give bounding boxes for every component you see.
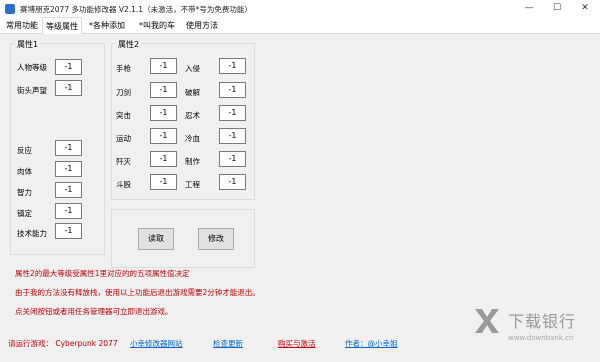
tab-call-car[interactable]: *叫我的车 bbox=[132, 17, 182, 34]
skill-engineering-input[interactable]: -1 bbox=[219, 174, 246, 190]
skill-label: 入侵 bbox=[185, 64, 200, 73]
attr-reflexes-input[interactable]: -1 bbox=[55, 140, 82, 156]
attr-label: 肉体 bbox=[17, 167, 32, 176]
attributes1-legend: 属性1 bbox=[15, 39, 41, 50]
close-button[interactable]: ✕ bbox=[570, 0, 600, 17]
skill-blades-input[interactable]: -1 bbox=[150, 82, 177, 98]
skill-label: 破解 bbox=[185, 88, 200, 97]
attr-label: 反应 bbox=[17, 146, 32, 155]
skill-street-brawler-input[interactable]: -1 bbox=[150, 174, 177, 190]
minimize-button[interactable]: — bbox=[514, 0, 544, 17]
skill-crafting-input[interactable]: -1 bbox=[219, 151, 246, 167]
skill-label: 手枪 bbox=[116, 64, 131, 73]
attr-level-input[interactable]: -1 bbox=[55, 59, 82, 75]
skill-label: 歼灭 bbox=[116, 157, 131, 166]
skill-athletics-input[interactable]: -1 bbox=[150, 128, 177, 144]
skill-breach-input[interactable]: -1 bbox=[219, 58, 246, 74]
window-title: 赛博朋克2077 多功能修改器 V2.1.1（未激活，不带*号为免费功能） bbox=[20, 5, 252, 14]
app-icon bbox=[5, 4, 15, 14]
skill-label: 突击 bbox=[116, 111, 131, 120]
skill-assault-input[interactable]: -1 bbox=[150, 105, 177, 121]
watermark-url: www.downbank.cn bbox=[508, 334, 574, 342]
title-bar: 赛博朋克2077 多功能修改器 V2.1.1（未激活，不带*号为免费功能） — … bbox=[0, 0, 600, 17]
skill-handguns-input[interactable]: -1 bbox=[150, 58, 177, 74]
game-status: 请运行游戏： Cyberpunk 2077 bbox=[8, 339, 118, 348]
skill-label: 斗殴 bbox=[116, 180, 131, 189]
check-update-link[interactable]: 检查更新 bbox=[213, 338, 243, 349]
attr-street-cred-input[interactable]: -1 bbox=[55, 80, 82, 96]
attr-intelligence-input[interactable]: -1 bbox=[55, 182, 82, 198]
skill-label: 工程 bbox=[185, 180, 200, 189]
tab-usage[interactable]: 使用方法 bbox=[182, 17, 222, 34]
skill-label: 忍术 bbox=[185, 111, 200, 120]
tab-common[interactable]: 常用功能 bbox=[2, 17, 42, 34]
attr-label: 街头声望 bbox=[17, 86, 47, 95]
attributes2-group: 属性2 手枪 -1 刀剑 -1 突击 -1 运动 -1 歼灭 -1 斗殴 -1 … bbox=[111, 39, 255, 200]
read-button[interactable]: 读取 bbox=[138, 228, 174, 250]
info-line-1: 属性2的最大等级受属性1里对应的的五项属性值决定 bbox=[15, 269, 190, 278]
tab-bar: 常用功能 等级属性 *各种添加 *叫我的车 使用方法 bbox=[0, 17, 600, 35]
maximize-button[interactable]: ☐ bbox=[542, 0, 572, 17]
watermark-name: 下载银行 bbox=[508, 312, 577, 331]
attr-label: 人物等级 bbox=[17, 63, 47, 72]
skill-ninjutsu-input[interactable]: -1 bbox=[219, 105, 246, 121]
skill-label: 刀剑 bbox=[116, 88, 131, 97]
watermark: 下载银行 www.downbank.cn bbox=[472, 304, 592, 350]
tab-level-attributes[interactable]: 等级属性 bbox=[42, 17, 82, 35]
attr-body-input[interactable]: -1 bbox=[55, 161, 82, 177]
attr-label: 镇定 bbox=[17, 209, 32, 218]
info-line-3: 点关闭按钮或者用任务管理器可立即退出游戏。 bbox=[15, 307, 173, 316]
author-link[interactable]: 作者：@小幸姐 bbox=[345, 338, 398, 349]
attr-label: 智力 bbox=[17, 188, 32, 197]
buy-activate-link[interactable]: 购买与激活 bbox=[278, 338, 316, 349]
actions-group: 读取 修改 bbox=[111, 209, 255, 268]
skill-label: 冷血 bbox=[185, 134, 200, 143]
attr-cool-input[interactable]: -1 bbox=[55, 203, 82, 219]
attributes1-group: 属性1 人物等级 -1 街头声望 -1 反应 -1 肉体 -1 智力 -1 镇定… bbox=[10, 39, 105, 255]
skill-label: 制作 bbox=[185, 157, 200, 166]
modify-button[interactable]: 修改 bbox=[198, 228, 234, 250]
watermark-logo-icon bbox=[475, 309, 499, 333]
attr-technical-input[interactable]: -1 bbox=[55, 223, 82, 239]
skill-annihilation-input[interactable]: -1 bbox=[150, 151, 177, 167]
website-link[interactable]: 小幸修改器网站 bbox=[130, 338, 183, 349]
info-line-2: 由于我的方法没有释放栈，使用以上功能后退出游戏需要2分钟才能退出。 bbox=[15, 288, 260, 297]
attr-label: 技术能力 bbox=[17, 229, 47, 238]
attributes2-legend: 属性2 bbox=[116, 39, 142, 50]
skill-cold-blood-input[interactable]: -1 bbox=[219, 128, 246, 144]
skill-label: 运动 bbox=[116, 134, 131, 143]
skill-quickhacking-input[interactable]: -1 bbox=[219, 82, 246, 98]
tab-add-items[interactable]: *各种添加 bbox=[82, 17, 132, 34]
